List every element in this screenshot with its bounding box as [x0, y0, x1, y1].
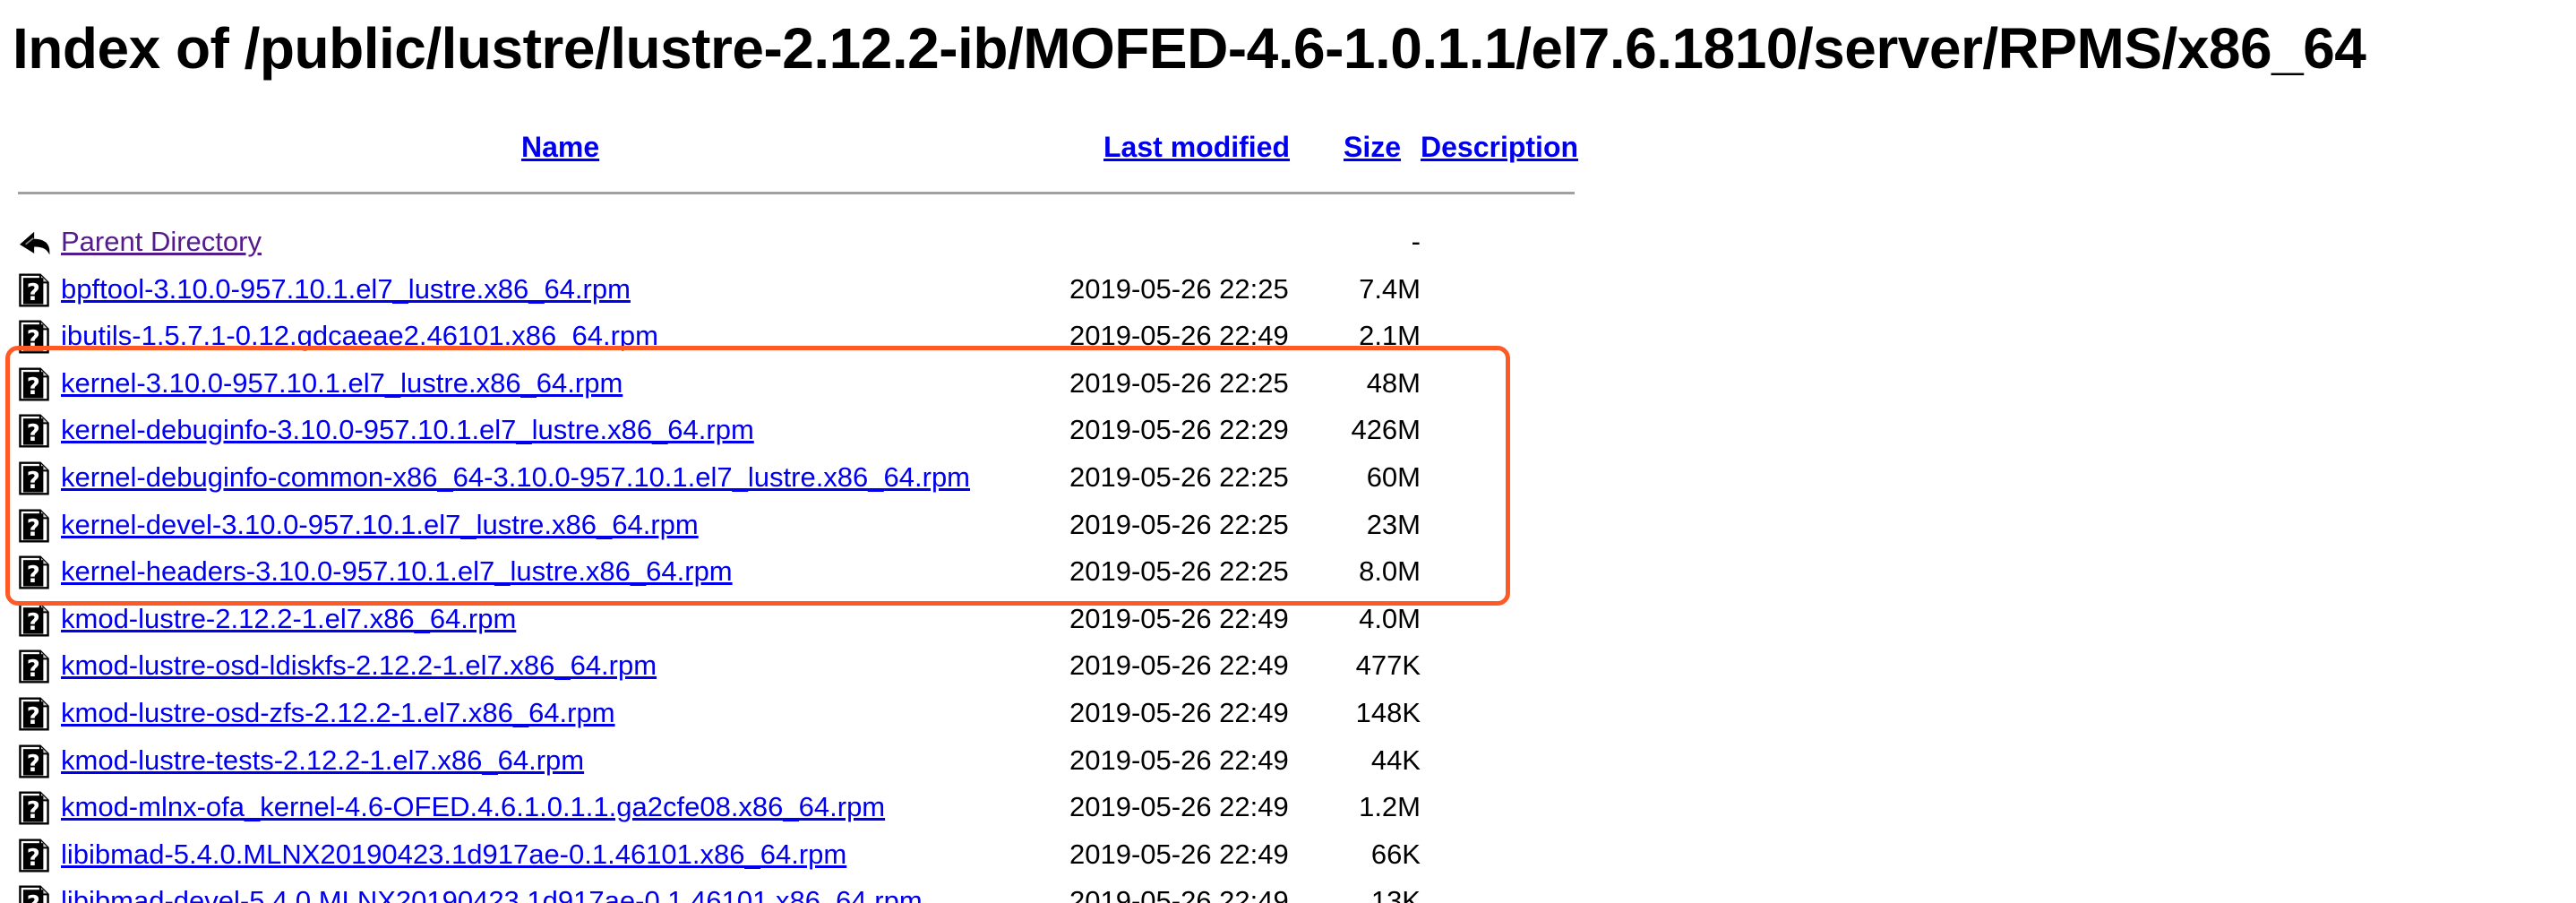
table-row: ? libibmad-devel-5.4.0.MLNX20190423.1d91… — [14, 878, 1582, 903]
unknown-file-icon: ? — [18, 697, 50, 731]
file-link[interactable]: kernel-headers-3.10.0-957.10.1.el7_lustr… — [61, 548, 733, 595]
directory-listing: Name Last modified Size Description Pare… — [14, 127, 1582, 903]
unknown-file-icon: ? — [18, 555, 50, 589]
sort-by-name-link[interactable]: Name — [521, 131, 599, 164]
svg-text:?: ? — [27, 562, 40, 589]
size-cell: 8.0M — [1359, 555, 1421, 588]
unknown-file-icon: ? — [18, 367, 50, 401]
svg-text:?: ? — [27, 797, 40, 824]
file-link[interactable]: kmod-lustre-osd-zfs-2.12.2-1.el7.x86_64.… — [61, 690, 615, 736]
last-modified-cell: 2019-05-26 22:25 — [1069, 460, 1289, 493]
unknown-file-icon: ? — [18, 603, 50, 637]
size-cell: 4.0M — [1359, 602, 1421, 634]
header-divider — [18, 192, 1575, 194]
file-link[interactable]: kernel-debuginfo-common-x86_64-3.10.0-95… — [61, 454, 970, 501]
size-cell: 23M — [1366, 508, 1421, 540]
last-modified-cell: 2019-05-26 22:49 — [1069, 838, 1289, 870]
last-modified-cell: 2019-05-26 22:49 — [1069, 649, 1289, 682]
unknown-file-icon: ? — [18, 744, 50, 778]
last-modified-cell: 2019-05-26 22:49 — [1069, 885, 1289, 903]
last-modified-cell: 2019-05-26 22:25 — [1069, 508, 1289, 540]
last-modified-cell: 2019-05-26 22:49 — [1069, 744, 1289, 776]
size-cell: 426M — [1351, 414, 1421, 446]
svg-text:?: ? — [27, 515, 40, 542]
size-cell: 1.2M — [1359, 791, 1421, 823]
page-title: Index of /public/lustre/lustre-2.12.2-ib… — [13, 16, 2366, 81]
unknown-file-icon: ? — [18, 414, 50, 448]
file-list: Parent Directory - ? bpftool-3.10.0-957.1… — [14, 219, 1582, 903]
svg-text:?: ? — [27, 421, 40, 448]
unknown-file-icon: ? — [18, 509, 50, 543]
table-row: ? kernel-debuginfo-3.10.0-957.10.1.el7_l… — [14, 407, 1582, 454]
unknown-file-icon: ? — [18, 838, 50, 873]
last-modified-cell: 2019-05-26 22:25 — [1069, 272, 1289, 305]
table-row: ? kmod-lustre-2.12.2-1.el7.x86_64.rpm 201… — [14, 596, 1582, 643]
size-cell: 60M — [1366, 460, 1421, 493]
parent-directory-row: Parent Directory - — [14, 219, 1582, 266]
svg-text:?: ? — [27, 657, 40, 684]
svg-text:?: ? — [27, 703, 40, 730]
unknown-file-icon: ? — [18, 791, 50, 825]
sort-by-size-link[interactable]: Size — [1344, 131, 1401, 164]
table-row: ? bpftool-3.10.0-957.10.1.el7_lustre.x86… — [14, 266, 1582, 314]
file-link[interactable]: kmod-lustre-2.12.2-1.el7.x86_64.rpm — [61, 596, 516, 642]
table-row: ? kmod-lustre-osd-ldiskfs-2.12.2-1.el7.x… — [14, 642, 1582, 690]
svg-text:?: ? — [27, 326, 40, 353]
size-cell: 48M — [1366, 366, 1421, 399]
table-row: ? kmod-lustre-osd-zfs-2.12.2-1.el7.x86_6… — [14, 690, 1582, 737]
last-modified-cell: 2019-05-26 22:29 — [1069, 414, 1289, 446]
unknown-file-icon: ? — [18, 273, 50, 307]
file-link[interactable]: bpftool-3.10.0-957.10.1.el7_lustre.x86_6… — [61, 266, 631, 313]
svg-text:?: ? — [27, 609, 40, 636]
file-link[interactable]: libibmad-devel-5.4.0.MLNX20190423.1d917a… — [61, 878, 923, 903]
table-row: ? ibutils-1.5.7.1-0.12.gdcaeae2.46101.x8… — [14, 313, 1582, 360]
svg-text:?: ? — [27, 280, 40, 306]
svg-text:?: ? — [27, 751, 40, 778]
table-row: ? kernel-3.10.0-957.10.1.el7_lustre.x86_… — [14, 360, 1582, 408]
last-modified-cell: 2019-05-26 22:49 — [1069, 696, 1289, 728]
file-link[interactable]: kernel-devel-3.10.0-957.10.1.el7_lustre.… — [61, 502, 699, 548]
svg-text:?: ? — [27, 845, 40, 872]
unknown-file-icon: ? — [18, 885, 50, 903]
last-modified-cell: 2019-05-26 22:25 — [1069, 555, 1289, 588]
file-link[interactable]: kernel-3.10.0-957.10.1.el7_lustre.x86_64… — [61, 360, 623, 407]
table-row: ? kernel-devel-3.10.0-957.10.1.el7_lustr… — [14, 502, 1582, 549]
size-cell: 7.4M — [1359, 272, 1421, 305]
file-link[interactable]: kmod-lustre-tests-2.12.2-1.el7.x86_64.rp… — [61, 737, 584, 784]
svg-text:?: ? — [27, 374, 40, 400]
back-icon — [18, 226, 50, 260]
size-cell: 477K — [1355, 649, 1421, 682]
unknown-file-icon: ? — [18, 461, 50, 495]
last-modified-cell: 2019-05-26 22:49 — [1069, 791, 1289, 823]
table-row: ? kernel-debuginfo-common-x86_64-3.10.0-… — [14, 454, 1582, 502]
size-cell: 148K — [1355, 696, 1421, 728]
file-link[interactable]: ibutils-1.5.7.1-0.12.gdcaeae2.46101.x86_… — [61, 313, 658, 359]
sort-by-last-modified-link[interactable]: Last modified — [1103, 131, 1290, 164]
unknown-file-icon: ? — [18, 649, 50, 684]
svg-text:?: ? — [27, 892, 40, 903]
listing-header: Name Last modified Size Description — [14, 127, 1582, 177]
file-link[interactable]: libibmad-5.4.0.MLNX20190423.1d917ae-0.1.… — [61, 831, 846, 878]
size-cell: 66K — [1370, 838, 1421, 870]
unknown-file-icon: ? — [18, 320, 50, 354]
last-modified-cell: 2019-05-26 22:49 — [1069, 602, 1289, 634]
size-cell: 44K — [1370, 744, 1421, 776]
svg-text:?: ? — [27, 468, 40, 494]
table-row: ? kmod-mlnx-ofa_kernel-4.6-OFED.4.6.1.0.… — [14, 784, 1582, 831]
file-link[interactable]: kmod-mlnx-ofa_kernel-4.6-OFED.4.6.1.0.1.… — [61, 784, 885, 830]
file-link[interactable]: kmod-lustre-osd-ldiskfs-2.12.2-1.el7.x86… — [61, 642, 657, 689]
size-cell: 13K — [1370, 885, 1421, 903]
table-row: ? kernel-headers-3.10.0-957.10.1.el7_lus… — [14, 548, 1582, 596]
last-modified-cell: 2019-05-26 22:49 — [1069, 320, 1289, 352]
size-cell: 2.1M — [1359, 320, 1421, 352]
last-modified-cell: 2019-05-26 22:25 — [1069, 366, 1289, 399]
sort-by-description-link[interactable]: Description — [1421, 131, 1578, 164]
size-cell: - — [1411, 226, 1421, 257]
table-row: ? libibmad-5.4.0.MLNX20190423.1d917ae-0.… — [14, 831, 1582, 879]
table-row: ? kmod-lustre-tests-2.12.2-1.el7.x86_64.… — [14, 737, 1582, 785]
file-link[interactable]: kernel-debuginfo-3.10.0-957.10.1.el7_lus… — [61, 407, 754, 453]
parent-directory-link[interactable]: Parent Directory — [61, 219, 262, 265]
